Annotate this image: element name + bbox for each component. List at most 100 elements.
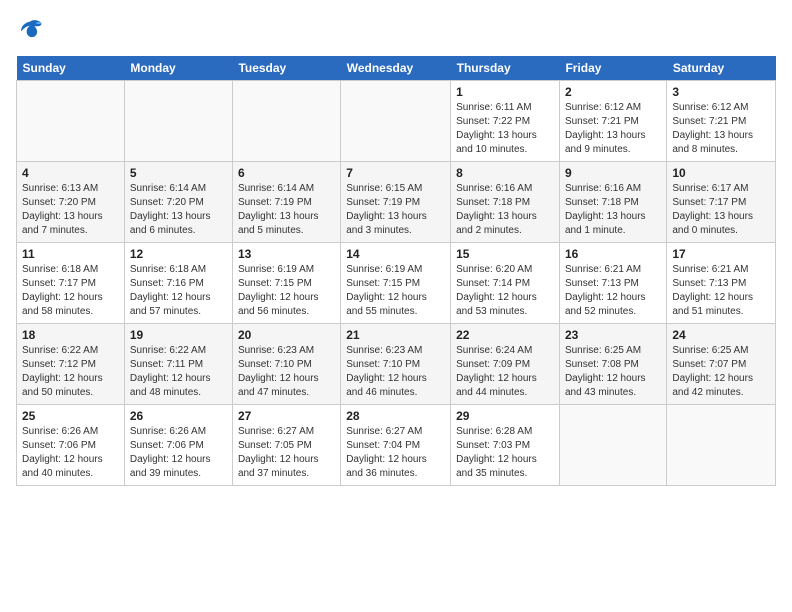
calendar-cell	[667, 405, 776, 486]
day-number: 13	[238, 247, 335, 261]
calendar-week-row: 18Sunrise: 6:22 AM Sunset: 7:12 PM Dayli…	[17, 324, 776, 405]
day-info: Sunrise: 6:25 AM Sunset: 7:08 PM Dayligh…	[565, 344, 661, 400]
day-info: Sunrise: 6:21 AM Sunset: 7:13 PM Dayligh…	[565, 263, 661, 319]
day-info: Sunrise: 6:12 AM Sunset: 7:21 PM Dayligh…	[565, 101, 661, 157]
day-info: Sunrise: 6:13 AM Sunset: 7:20 PM Dayligh…	[22, 182, 119, 238]
calendar-cell: 27 Sunrise: 6:27 AM Sunset: 7:05 PM Dayli…	[232, 405, 340, 486]
day-info: Sunrise: 6:23 AM Sunset: 7:10 PM Dayligh…	[346, 344, 445, 400]
day-number: 21	[346, 328, 445, 342]
day-info: Sunrise: 6:12 AM Sunset: 7:21 PM Dayligh…	[672, 101, 770, 157]
calendar-cell	[17, 81, 125, 162]
day-number: 10	[672, 166, 770, 180]
day-info: Sunrise: 6:28 AM Sunset: 7:03 PM Dayligh…	[456, 425, 554, 481]
day-number: 1	[456, 85, 554, 99]
logo-bird-icon	[16, 16, 44, 44]
calendar-cell	[124, 81, 232, 162]
day-number: 6	[238, 166, 335, 180]
day-info: Sunrise: 6:26 AM Sunset: 7:06 PM Dayligh…	[22, 425, 119, 481]
day-number: 15	[456, 247, 554, 261]
calendar-header-sunday: Sunday	[17, 56, 125, 81]
day-info: Sunrise: 6:24 AM Sunset: 7:09 PM Dayligh…	[456, 344, 554, 400]
day-number: 18	[22, 328, 119, 342]
day-number: 11	[22, 247, 119, 261]
day-number: 9	[565, 166, 661, 180]
calendar-header-thursday: Thursday	[451, 56, 560, 81]
calendar-cell: 16Sunrise: 6:21 AM Sunset: 7:13 PM Dayli…	[559, 243, 666, 324]
calendar-cell: 22 Sunrise: 6:24 AM Sunset: 7:09 PM Dayli…	[451, 324, 560, 405]
day-number: 27	[238, 409, 335, 423]
day-number: 2	[565, 85, 661, 99]
day-info: Sunrise: 6:22 AM Sunset: 7:11 PM Dayligh…	[130, 344, 227, 400]
logo	[16, 16, 48, 44]
calendar-header-saturday: Saturday	[667, 56, 776, 81]
day-info: Sunrise: 6:26 AM Sunset: 7:06 PM Dayligh…	[130, 425, 227, 481]
calendar-cell: 12 Sunrise: 6:18 AM Sunset: 7:16 PM Dayli…	[124, 243, 232, 324]
day-info: Sunrise: 6:17 AM Sunset: 7:17 PM Dayligh…	[672, 182, 770, 238]
calendar-cell: 20 Sunrise: 6:23 AM Sunset: 7:10 PM Dayli…	[232, 324, 340, 405]
day-number: 23	[565, 328, 661, 342]
calendar-header-row: SundayMondayTuesdayWednesdayThursdayFrid…	[17, 56, 776, 81]
calendar-cell: 24Sunrise: 6:25 AM Sunset: 7:07 PM Dayli…	[667, 324, 776, 405]
day-info: Sunrise: 6:18 AM Sunset: 7:17 PM Dayligh…	[22, 263, 119, 319]
day-info: Sunrise: 6:21 AM Sunset: 7:13 PM Dayligh…	[672, 263, 770, 319]
calendar-cell: 6Sunrise: 6:14 AM Sunset: 7:19 PM Daylig…	[232, 162, 340, 243]
day-info: Sunrise: 6:15 AM Sunset: 7:19 PM Dayligh…	[346, 182, 445, 238]
day-number: 26	[130, 409, 227, 423]
calendar-cell: 9 Sunrise: 6:16 AM Sunset: 7:18 PM Daylig…	[559, 162, 666, 243]
calendar-cell: 23 Sunrise: 6:25 AM Sunset: 7:08 PM Dayli…	[559, 324, 666, 405]
calendar-cell: 11 Sunrise: 6:18 AM Sunset: 7:17 PM Dayli…	[17, 243, 125, 324]
calendar-cell: 28 Sunrise: 6:27 AM Sunset: 7:04 PM Dayli…	[341, 405, 451, 486]
calendar-cell: 29 Sunrise: 6:28 AM Sunset: 7:03 PM Dayli…	[451, 405, 560, 486]
calendar-cell: 21 Sunrise: 6:23 AM Sunset: 7:10 PM Dayli…	[341, 324, 451, 405]
calendar-header-monday: Monday	[124, 56, 232, 81]
calendar-week-row: 1 Sunrise: 6:11 AM Sunset: 7:22 PM Daylig…	[17, 81, 776, 162]
calendar-cell: 15Sunrise: 6:20 AM Sunset: 7:14 PM Dayli…	[451, 243, 560, 324]
calendar-week-row: 25 Sunrise: 6:26 AM Sunset: 7:06 PM Dayli…	[17, 405, 776, 486]
day-info: Sunrise: 6:27 AM Sunset: 7:05 PM Dayligh…	[238, 425, 335, 481]
day-number: 28	[346, 409, 445, 423]
calendar-cell: 26 Sunrise: 6:26 AM Sunset: 7:06 PM Dayli…	[124, 405, 232, 486]
day-number: 5	[130, 166, 227, 180]
calendar-cell: 4 Sunrise: 6:13 AM Sunset: 7:20 PM Daylig…	[17, 162, 125, 243]
day-info: Sunrise: 6:16 AM Sunset: 7:18 PM Dayligh…	[456, 182, 554, 238]
day-number: 8	[456, 166, 554, 180]
calendar-week-row: 11 Sunrise: 6:18 AM Sunset: 7:17 PM Dayli…	[17, 243, 776, 324]
calendar-week-row: 4 Sunrise: 6:13 AM Sunset: 7:20 PM Daylig…	[17, 162, 776, 243]
calendar-header-friday: Friday	[559, 56, 666, 81]
calendar-header-wednesday: Wednesday	[341, 56, 451, 81]
day-info: Sunrise: 6:14 AM Sunset: 7:20 PM Dayligh…	[130, 182, 227, 238]
calendar-cell: 2 Sunrise: 6:12 AM Sunset: 7:21 PM Daylig…	[559, 81, 666, 162]
calendar-cell: 10 Sunrise: 6:17 AM Sunset: 7:17 PM Dayli…	[667, 162, 776, 243]
calendar-header-tuesday: Tuesday	[232, 56, 340, 81]
calendar-cell: 8 Sunrise: 6:16 AM Sunset: 7:18 PM Daylig…	[451, 162, 560, 243]
day-info: Sunrise: 6:19 AM Sunset: 7:15 PM Dayligh…	[346, 263, 445, 319]
day-number: 29	[456, 409, 554, 423]
day-info: Sunrise: 6:18 AM Sunset: 7:16 PM Dayligh…	[130, 263, 227, 319]
day-number: 17	[672, 247, 770, 261]
day-number: 7	[346, 166, 445, 180]
header	[16, 16, 776, 44]
day-number: 19	[130, 328, 227, 342]
day-number: 4	[22, 166, 119, 180]
day-info: Sunrise: 6:27 AM Sunset: 7:04 PM Dayligh…	[346, 425, 445, 481]
calendar-cell	[232, 81, 340, 162]
calendar-table: SundayMondayTuesdayWednesdayThursdayFrid…	[16, 56, 776, 486]
calendar-cell: 3 Sunrise: 6:12 AM Sunset: 7:21 PM Daylig…	[667, 81, 776, 162]
calendar-cell: 17 Sunrise: 6:21 AM Sunset: 7:13 PM Dayli…	[667, 243, 776, 324]
day-number: 3	[672, 85, 770, 99]
day-info: Sunrise: 6:19 AM Sunset: 7:15 PM Dayligh…	[238, 263, 335, 319]
day-number: 12	[130, 247, 227, 261]
day-number: 25	[22, 409, 119, 423]
day-info: Sunrise: 6:11 AM Sunset: 7:22 PM Dayligh…	[456, 101, 554, 157]
day-info: Sunrise: 6:23 AM Sunset: 7:10 PM Dayligh…	[238, 344, 335, 400]
calendar-cell: 1 Sunrise: 6:11 AM Sunset: 7:22 PM Daylig…	[451, 81, 560, 162]
day-number: 22	[456, 328, 554, 342]
calendar-cell: 13 Sunrise: 6:19 AM Sunset: 7:15 PM Dayli…	[232, 243, 340, 324]
day-number: 20	[238, 328, 335, 342]
calendar-cell: 14Sunrise: 6:19 AM Sunset: 7:15 PM Dayli…	[341, 243, 451, 324]
day-info: Sunrise: 6:16 AM Sunset: 7:18 PM Dayligh…	[565, 182, 661, 238]
calendar-cell	[559, 405, 666, 486]
calendar-body: 1 Sunrise: 6:11 AM Sunset: 7:22 PM Daylig…	[17, 81, 776, 486]
calendar-cell: 19 Sunrise: 6:22 AM Sunset: 7:11 PM Dayli…	[124, 324, 232, 405]
calendar-cell: 25 Sunrise: 6:26 AM Sunset: 7:06 PM Dayli…	[17, 405, 125, 486]
